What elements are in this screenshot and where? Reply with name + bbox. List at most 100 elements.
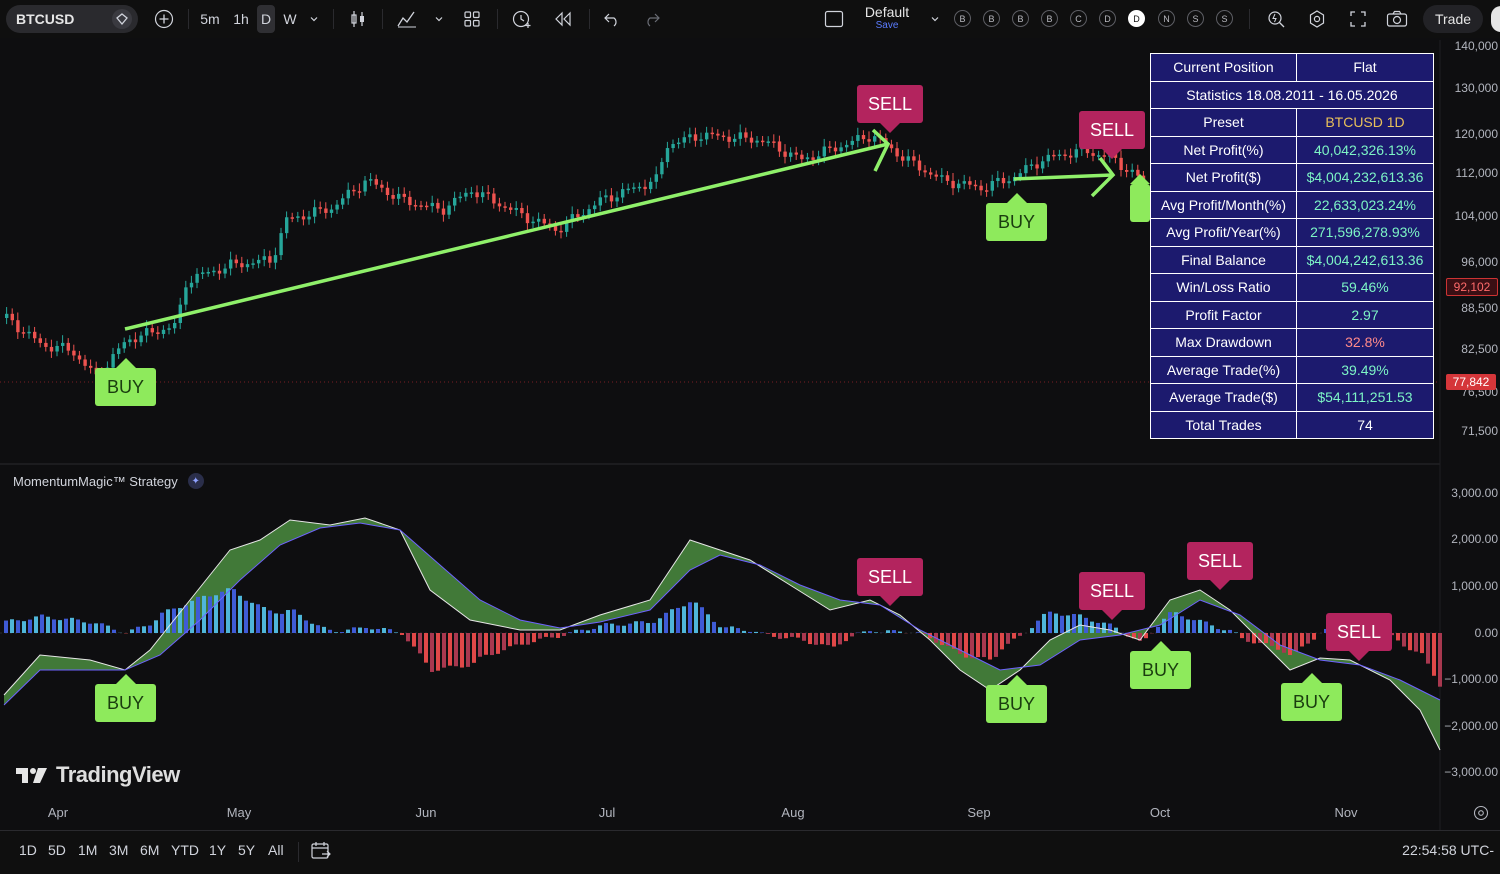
range-1d[interactable]: 1D xyxy=(19,842,37,858)
chevron-down-icon[interactable] xyxy=(926,8,944,30)
stats-label: Net Profit($) xyxy=(1151,164,1297,192)
candle-body xyxy=(839,147,842,151)
chevron-down-icon[interactable] xyxy=(305,8,323,30)
letter-button-b[interactable]: B xyxy=(1041,10,1058,27)
letter-button-s[interactable]: S xyxy=(1216,10,1233,27)
time-axis-label: Oct xyxy=(1150,805,1170,820)
letter-button-d[interactable]: D xyxy=(1099,10,1116,27)
histogram-bar xyxy=(244,601,248,633)
replay-icon[interactable] xyxy=(550,8,576,30)
histogram-bar xyxy=(94,623,98,633)
candles-icon[interactable] xyxy=(346,8,370,30)
candle-body xyxy=(274,255,277,263)
candle-body xyxy=(50,347,53,352)
gear-icon[interactable] xyxy=(1473,805,1489,824)
histogram-bar xyxy=(850,633,854,636)
range-5d[interactable]: 5D xyxy=(48,842,66,858)
fullscreen-icon[interactable] xyxy=(1346,8,1370,30)
range-6m[interactable]: 6M xyxy=(140,842,159,858)
candle-body xyxy=(1002,178,1005,183)
tradingview-logo[interactable]: TradingView xyxy=(16,762,180,788)
candle-body xyxy=(375,179,378,185)
trade-line xyxy=(1014,175,1112,179)
histogram-bar xyxy=(232,589,236,633)
candle-body xyxy=(1052,155,1055,157)
candle-body xyxy=(727,137,730,142)
account-avatar[interactable] xyxy=(1491,6,1500,32)
stats-label: Win/Loss Ratio xyxy=(1151,274,1297,302)
buy-signal-partial xyxy=(1130,184,1150,222)
candle-body xyxy=(722,136,725,138)
interval-5m[interactable]: 5m xyxy=(197,8,223,30)
range-3m[interactable]: 3M xyxy=(109,842,128,858)
histogram-bar xyxy=(1294,633,1298,651)
chevron-down-icon[interactable] xyxy=(430,8,448,30)
interval-1h[interactable]: 1h xyxy=(229,8,253,30)
indicators-icon[interactable] xyxy=(394,8,420,30)
candle-body xyxy=(83,359,86,365)
settings-icon[interactable] xyxy=(1305,8,1329,30)
histogram-bar xyxy=(1186,620,1190,633)
range-5y[interactable]: 5Y xyxy=(238,842,255,858)
histogram-bar xyxy=(520,633,524,645)
diamond-icon[interactable] xyxy=(112,9,132,29)
stats-row: Max Drawdown 32.8% xyxy=(1151,329,1434,357)
stats-row: Average Trade($) $54,111,251.53 xyxy=(1151,384,1434,412)
candle-body xyxy=(537,219,540,222)
range-ytd[interactable]: YTD xyxy=(171,842,199,858)
buy-signal: BUY xyxy=(986,203,1047,241)
histogram-bar xyxy=(448,633,452,666)
letter-button-c[interactable]: C xyxy=(1070,10,1087,27)
quick-search-icon[interactable] xyxy=(1264,8,1288,30)
letter-button-b[interactable]: B xyxy=(954,10,971,27)
histogram-bar xyxy=(406,633,410,641)
histogram-bar xyxy=(64,619,68,633)
histogram-bar xyxy=(1408,633,1412,650)
layout-grid-icon[interactable] xyxy=(460,8,484,30)
letter-button-b[interactable]: B xyxy=(1012,10,1029,27)
symbol-search[interactable]: BTCUSD xyxy=(6,5,138,33)
histogram-bar xyxy=(622,626,626,633)
date-range-icon[interactable] xyxy=(310,840,332,865)
trade-button[interactable]: Trade xyxy=(1423,5,1483,33)
candle-body xyxy=(856,135,859,141)
candle-body xyxy=(823,147,826,157)
candle-body xyxy=(901,156,904,160)
preset-save-link[interactable]: Save xyxy=(856,20,918,32)
candle-body xyxy=(139,336,142,343)
letter-button-n[interactable]: N xyxy=(1158,10,1175,27)
sparkle-icon[interactable]: ✦ xyxy=(188,473,204,489)
letter-button-d-active[interactable]: D xyxy=(1128,10,1145,27)
range-all[interactable]: All xyxy=(268,842,284,858)
indicator-legend[interactable]: MomentumMagic™ Strategy ✦ xyxy=(13,473,204,489)
stats-label: Average Trade($) xyxy=(1151,384,1297,412)
histogram-bar xyxy=(754,632,758,633)
histogram-bar xyxy=(796,633,800,638)
candle-body xyxy=(1041,161,1044,168)
interval-w[interactable]: W xyxy=(280,8,300,30)
histogram-bar xyxy=(598,625,602,633)
alert-icon[interactable] xyxy=(508,8,536,30)
histogram-bar xyxy=(862,631,866,633)
add-symbol-icon[interactable] xyxy=(152,8,176,30)
candle-body xyxy=(867,139,870,141)
candle-body xyxy=(800,155,803,160)
histogram-bar xyxy=(1006,633,1010,644)
candle-body xyxy=(408,197,411,205)
clock: 22:54:58 UTC- xyxy=(1402,842,1494,858)
letter-button-b[interactable]: B xyxy=(983,10,1000,27)
layout-preset[interactable]: Default Save xyxy=(856,4,918,32)
histogram-bar xyxy=(1036,621,1040,633)
histogram-bar xyxy=(148,626,152,633)
time-axis-label: Aug xyxy=(781,805,804,820)
redo-icon[interactable] xyxy=(640,8,664,30)
range-1y[interactable]: 1Y xyxy=(209,842,226,858)
camera-icon[interactable] xyxy=(1384,8,1410,30)
undo-icon[interactable] xyxy=(600,8,624,30)
stats-value: 74 xyxy=(1296,411,1433,439)
candle-body xyxy=(67,343,70,351)
range-1m[interactable]: 1M xyxy=(78,842,97,858)
letter-button-s[interactable]: S xyxy=(1187,10,1204,27)
interval-d[interactable]: D xyxy=(257,5,275,33)
layout-square-icon[interactable] xyxy=(822,8,846,30)
